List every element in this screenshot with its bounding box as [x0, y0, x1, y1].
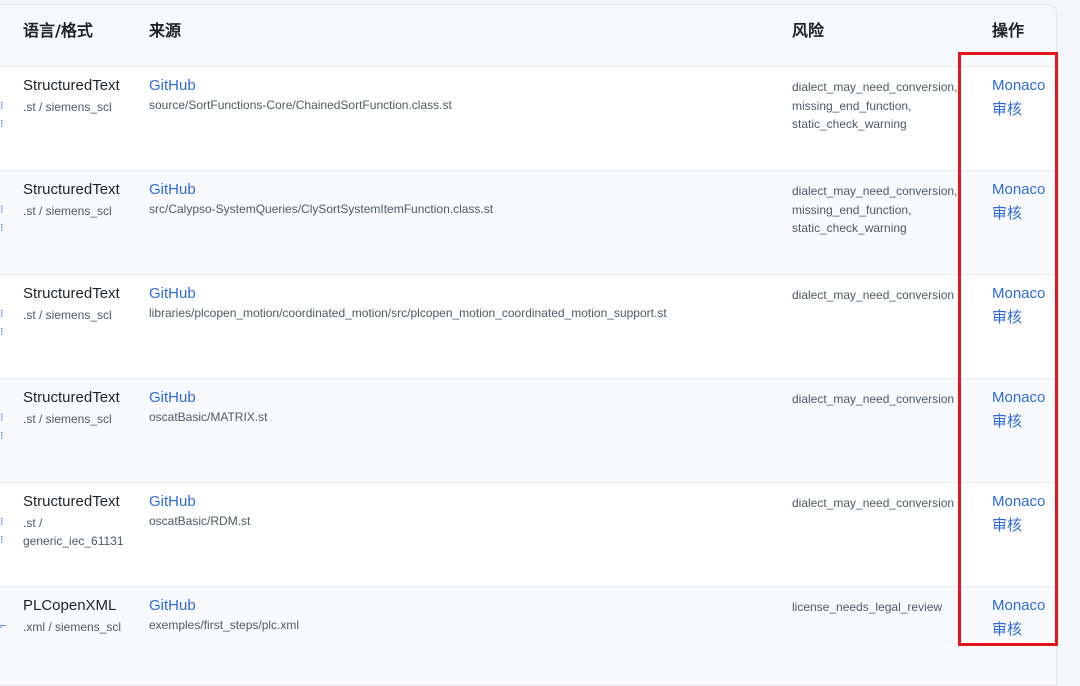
monaco-link[interactable]: Monaco [992, 493, 1045, 510]
review-link[interactable]: 审核 [992, 514, 1022, 535]
risk-item: static_check_warning [792, 117, 907, 131]
language-label: StructuredText [23, 493, 120, 510]
table-row: ⁝ ⁝ StructuredText .st / generic_iec_6113… [0, 483, 1056, 587]
source-link[interactable]: GitHub [149, 493, 196, 510]
language-label: StructuredText [23, 389, 120, 406]
risk-item: missing_end_function, [792, 98, 912, 113]
table-row: ⁝ ⁝ StructuredText .st / siemens_scl GitH… [0, 171, 1056, 275]
language-label: PLCopenXML [23, 597, 117, 614]
source-link[interactable]: GitHub [149, 181, 196, 198]
column-header-lang: 语言/格式 [23, 21, 93, 40]
risk-list: dialect_may_need_conversion [792, 494, 970, 513]
table-row: ⁝ ⁝ StructuredText .st / siemens_scl GitH… [0, 275, 1056, 379]
source-link[interactable]: GitHub [149, 597, 196, 614]
risk-item: license_needs_legal_review [792, 600, 943, 614]
format-label: .st / siemens_scl [23, 412, 112, 426]
column-header-action: 操作 [992, 21, 1025, 40]
risk-item: dialect_may_need_conversion, [792, 80, 958, 94]
source-link[interactable]: GitHub [149, 77, 196, 94]
format-label: .st / generic_iec_61131 [23, 516, 124, 548]
column-header-risk: 风险 [792, 21, 825, 40]
row-edge-marker: ⁝ ⁝ [0, 204, 4, 234]
monaco-link[interactable]: Monaco [992, 77, 1045, 94]
risk-list: dialect_may_need_conversion [792, 390, 970, 409]
row-edge-marker: ⌐ [0, 620, 7, 632]
source-link[interactable]: GitHub [149, 285, 196, 302]
language-label: StructuredText [23, 181, 120, 198]
risk-item: static_check_warning [792, 221, 907, 235]
review-link[interactable]: 审核 [992, 306, 1022, 327]
source-path: src/Calypso-SystemQueries/ClySortSystemI… [149, 202, 494, 216]
risk-list: dialect_may_need_conversion, missing_end… [792, 182, 970, 238]
table-row: ⁝ ⁝ StructuredText .st / siemens_scl GitH… [0, 67, 1056, 171]
source-link[interactable]: GitHub [149, 389, 196, 406]
monaco-link[interactable]: Monaco [992, 181, 1045, 198]
review-link[interactable]: 审核 [992, 98, 1022, 119]
monaco-link[interactable]: Monaco [992, 597, 1045, 614]
language-label: StructuredText [23, 77, 120, 94]
source-path: oscatBasic/MATRIX.st [149, 410, 268, 424]
source-path: source/SortFunctions-Core/ChainedSortFun… [149, 98, 452, 112]
monaco-link[interactable]: Monaco [992, 389, 1045, 406]
format-label: .xml / siemens_scl [23, 620, 122, 634]
row-edge-marker: ⁝ ⁝ [0, 516, 4, 546]
table-row: ⌐ PLCopenXML .xml / siemens_scl GitHub e… [0, 587, 1056, 685]
review-table: 语言/格式 来源 风险 操作 ⁝ ⁝ StructuredText .st / s… [0, 4, 1057, 686]
column-header-source: 来源 [149, 21, 182, 40]
row-edge-marker: ⁝ ⁝ [0, 100, 4, 130]
risk-item: dialect_may_need_conversion [792, 392, 955, 406]
table-header: 语言/格式 来源 风险 操作 [0, 5, 1056, 67]
risk-list: dialect_may_need_conversion, missing_end… [792, 78, 970, 134]
risk-list: dialect_may_need_conversion [792, 286, 970, 305]
risk-item: dialect_may_need_conversion [792, 496, 955, 510]
review-link[interactable]: 审核 [992, 618, 1022, 639]
row-edge-marker: ⁝ ⁝ [0, 412, 4, 442]
format-label: .st / siemens_scl [23, 308, 112, 322]
review-link[interactable]: 审核 [992, 202, 1022, 223]
format-label: .st / siemens_scl [23, 204, 112, 218]
source-path: exemples/first_steps/plc.xml [149, 618, 300, 632]
source-path: oscatBasic/RDM.st [149, 514, 251, 528]
monaco-link[interactable]: Monaco [992, 285, 1045, 302]
risk-list: license_needs_legal_review [792, 598, 970, 617]
source-path: libraries/plcopen_motion/coordinated_mot… [149, 306, 667, 320]
language-label: StructuredText [23, 285, 120, 302]
review-link[interactable]: 审核 [992, 410, 1022, 431]
row-edge-marker: ⁝ ⁝ [0, 308, 4, 338]
format-label: .st / siemens_scl [23, 100, 112, 114]
table-row: ⁝ ⁝ StructuredText .st / siemens_scl GitH… [0, 379, 1056, 483]
risk-item: missing_end_function, [792, 202, 912, 217]
risk-item: dialect_may_need_conversion, [792, 184, 958, 198]
risk-item: dialect_may_need_conversion [792, 288, 955, 302]
